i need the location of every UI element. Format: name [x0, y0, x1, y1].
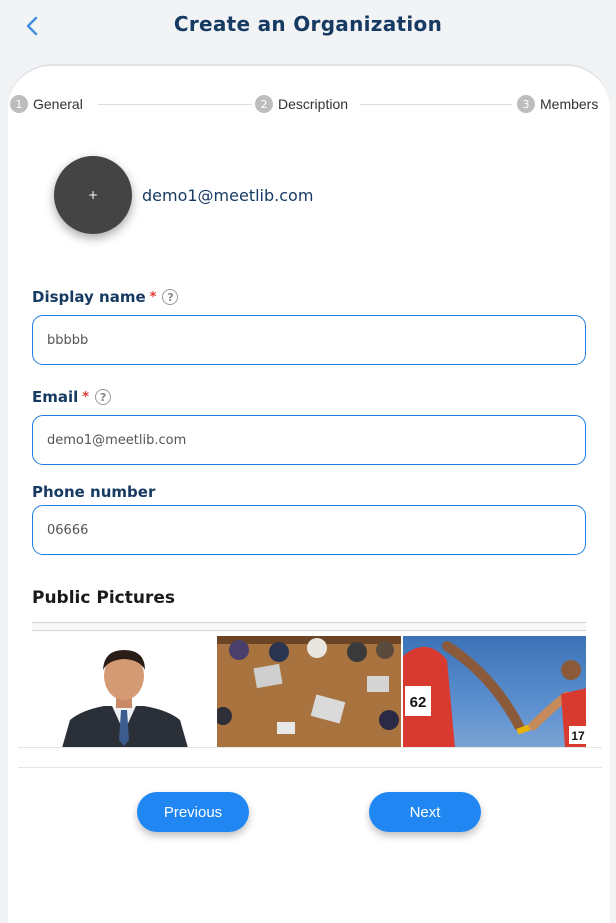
step-description[interactable]: 2 Description [255, 95, 348, 113]
email-label: Email * ? [32, 388, 112, 406]
email-input[interactable] [32, 415, 586, 465]
avatar-upload-button[interactable]: + [54, 156, 132, 234]
step-number: 2 [255, 95, 273, 113]
help-icon[interactable]: ? [162, 289, 179, 305]
step-general[interactable]: 1 General [10, 95, 83, 113]
divider [18, 747, 602, 748]
gallery-scroll-edge [32, 622, 586, 631]
stepper: 1 General 2 Description 3 Members [10, 95, 606, 117]
help-icon[interactable]: ? [95, 389, 112, 405]
top-bar: Create an Organization [0, 0, 616, 64]
race-bib-17: 17 [571, 729, 585, 743]
display-name-label: Display name * ? [32, 288, 179, 306]
step-label: Members [540, 96, 599, 112]
email-label-text: Email [32, 388, 79, 406]
public-pictures-title: Public Pictures [32, 588, 176, 608]
plus-icon: + [87, 188, 99, 202]
step-members[interactable]: 3 Members [517, 95, 598, 113]
step-number: 1 [10, 95, 28, 113]
step-number: 3 [517, 95, 535, 113]
picture-gallery: 62 17 [32, 636, 586, 748]
required-marker: * [82, 389, 90, 405]
display-name-label-text: Display name [32, 288, 146, 306]
race-bib-62: 62 [409, 694, 426, 711]
phone-input[interactable] [32, 505, 586, 555]
step-connector [360, 104, 512, 105]
picture-businessman[interactable] [32, 636, 216, 748]
picture-team-meeting[interactable] [217, 636, 401, 748]
relay-race-image: 62 17 [402, 641, 586, 748]
picture-relay-race[interactable]: 62 17 [402, 636, 586, 748]
avatar-email: demo1@meetlib.com [142, 186, 314, 205]
phone-label: Phone number [32, 483, 155, 501]
team-meeting-image [217, 636, 401, 748]
previous-button[interactable]: Previous [137, 792, 249, 832]
phone-label-text: Phone number [32, 483, 156, 501]
businessman-image [62, 650, 188, 748]
required-marker: * [149, 289, 157, 305]
display-name-input[interactable] [32, 315, 586, 365]
next-button[interactable]: Next [369, 792, 481, 832]
step-label: Description [278, 96, 349, 112]
divider [18, 767, 602, 768]
step-connector [98, 104, 252, 105]
step-label: General [33, 96, 83, 112]
page-title: Create an Organization [173, 12, 443, 36]
